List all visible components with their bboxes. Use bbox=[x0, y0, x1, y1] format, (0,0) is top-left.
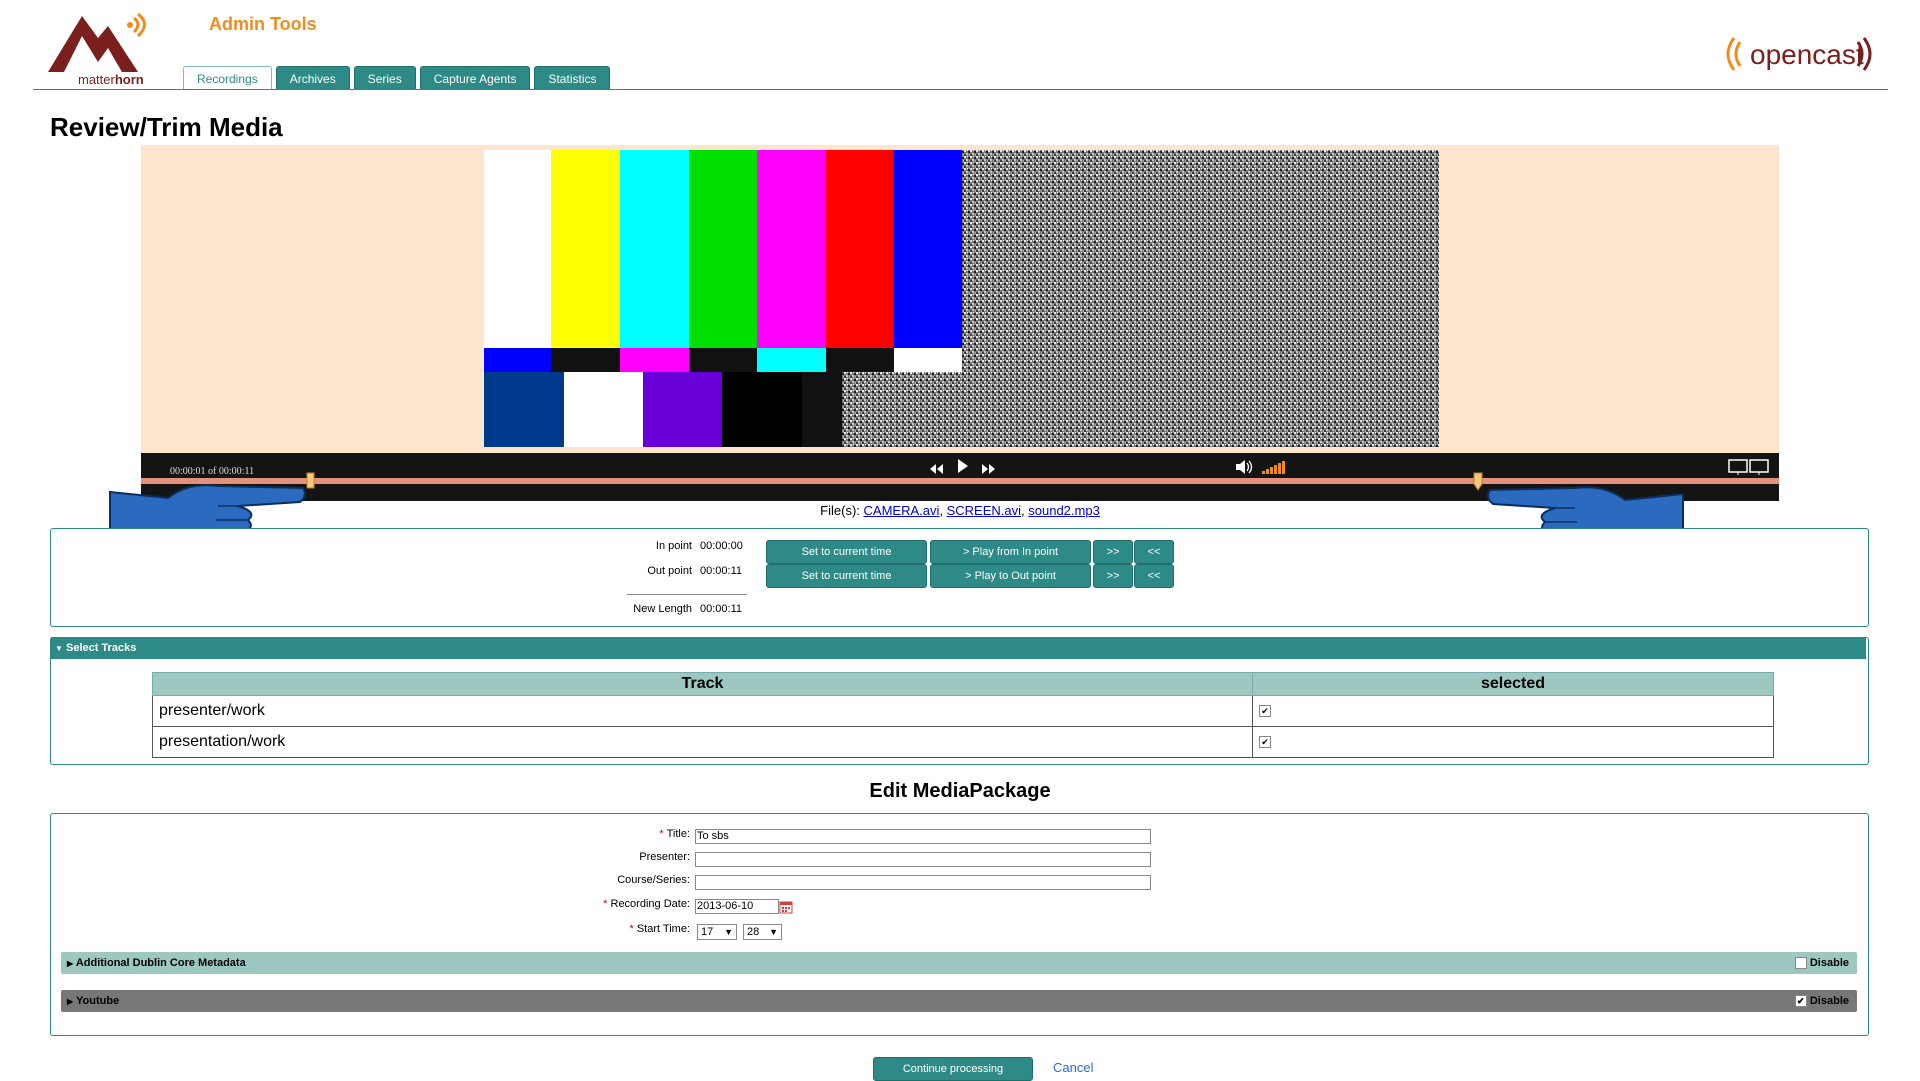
play-icon[interactable] bbox=[958, 459, 968, 473]
main-nav: Recordings Archives Series Capture Agent… bbox=[183, 66, 611, 89]
fast-forward-icon[interactable] bbox=[982, 464, 995, 474]
track-name: presentation/work bbox=[152, 726, 1253, 758]
page-title: Review/Trim Media bbox=[50, 112, 283, 142]
tab-series[interactable]: Series bbox=[353, 66, 416, 89]
start-hour-select[interactable]: 17 ▼ bbox=[697, 924, 737, 940]
youtube-title: Youtube bbox=[76, 995, 120, 1007]
expand-arrow-icon: ▶ bbox=[67, 959, 74, 968]
rewind-icon[interactable] bbox=[930, 464, 943, 474]
file-link-sound[interactable]: sound2.mp3 bbox=[1028, 503, 1100, 518]
track-name: presenter/work bbox=[152, 695, 1253, 727]
track-selected-checkbox[interactable]: ✔ bbox=[1259, 735, 1271, 748]
play-to-out-button[interactable]: > Play to Out point bbox=[930, 564, 1091, 588]
start-minute-select[interactable]: 28 ▼ bbox=[743, 924, 782, 940]
youtube-disable-checkbox[interactable]: ✔ bbox=[1794, 995, 1807, 1008]
transport-controls bbox=[930, 459, 995, 474]
out-forward-button[interactable]: >> bbox=[1093, 564, 1133, 588]
in-forward-button[interactable]: >> bbox=[1093, 540, 1133, 564]
out-point-marker[interactable] bbox=[1472, 472, 1484, 492]
recording-date-label: * Recording Date: bbox=[603, 898, 690, 910]
out-point-value: 00:00:11 bbox=[700, 565, 743, 577]
collapse-arrow-icon: ▼ bbox=[55, 644, 63, 653]
length-divider bbox=[627, 594, 747, 595]
recording-date-input[interactable]: 2013-06-10 bbox=[695, 899, 779, 914]
edit-mediapackage-title: Edit MediaPackage bbox=[869, 780, 1051, 802]
course-series-label: Course/Series: bbox=[617, 874, 690, 886]
new-length-value: 00:00:11 bbox=[700, 603, 743, 615]
speaker-icon bbox=[1236, 460, 1253, 474]
fullscreen-icon[interactable] bbox=[1728, 458, 1774, 478]
header-divider bbox=[33, 89, 1888, 90]
set-in-current-button[interactable]: Set to current time bbox=[766, 540, 927, 564]
out-point-label: Out point bbox=[647, 565, 692, 577]
youtube-section[interactable]: ▶ Youtube ✔ Disable bbox=[61, 990, 1857, 1012]
tab-capture-agents[interactable]: Capture Agents bbox=[419, 66, 531, 89]
dublin-core-title: Additional Dublin Core Metadata bbox=[75, 957, 246, 969]
file-list: File(s): CAMERA.avi, SCREEN.avi, sound2.… bbox=[820, 503, 1100, 518]
dublin-core-section[interactable]: ▶ Additional Dublin Core Metadata Disabl… bbox=[61, 952, 1857, 974]
file-link-camera[interactable]: CAMERA.avi bbox=[864, 503, 940, 518]
in-point-label: In point bbox=[655, 540, 692, 552]
course-series-input[interactable] bbox=[695, 875, 1151, 890]
opencast-logo: opencast bbox=[1726, 37, 1872, 71]
app-title: Admin Tools bbox=[209, 14, 317, 34]
title-input[interactable]: To sbs bbox=[695, 829, 1151, 844]
expand-arrow-icon: ▶ bbox=[67, 997, 74, 1006]
tab-archives[interactable]: Archives bbox=[275, 66, 350, 89]
title-label: * Title: bbox=[659, 828, 690, 840]
svg-text:opencast: opencast bbox=[1750, 39, 1864, 70]
presenter-label: Presenter: bbox=[639, 851, 690, 863]
table-row: presenter/work ✔ bbox=[152, 695, 1774, 727]
svg-text:matterhorn: matterhorn bbox=[78, 72, 144, 87]
file-link-screen[interactable]: SCREEN.avi bbox=[947, 503, 1021, 518]
start-time-label: * Start Time: bbox=[629, 923, 690, 935]
new-length-label: New Length bbox=[633, 603, 692, 615]
cancel-link[interactable]: Cancel bbox=[1053, 1060, 1093, 1075]
continue-processing-button[interactable]: Continue processing bbox=[873, 1057, 1033, 1081]
set-out-current-button[interactable]: Set to current time bbox=[766, 564, 927, 588]
in-back-button[interactable]: << bbox=[1134, 540, 1174, 564]
play-from-in-button[interactable]: > Play from In point bbox=[930, 540, 1091, 564]
tracks-table: Track selected presenter/work ✔ presenta… bbox=[152, 672, 1774, 758]
dublin-disable-label: Disable bbox=[1809, 957, 1849, 969]
track-selected-checkbox[interactable]: ✔ bbox=[1259, 704, 1271, 717]
col-track: Track bbox=[152, 672, 1253, 696]
matterhorn-logo: matterhorn bbox=[48, 12, 146, 87]
files-label: File(s): bbox=[820, 503, 860, 518]
tab-statistics[interactable]: Statistics bbox=[534, 66, 611, 89]
youtube-disable-label: Disable bbox=[1809, 995, 1849, 1007]
calendar-icon[interactable] bbox=[779, 900, 793, 914]
table-row: presentation/work ✔ bbox=[152, 726, 1774, 758]
col-selected: selected bbox=[1252, 672, 1774, 696]
select-tracks-header[interactable]: ▼ Select Tracks bbox=[51, 637, 1866, 659]
tab-recordings[interactable]: Recordings bbox=[183, 66, 272, 89]
presenter-input[interactable] bbox=[695, 852, 1151, 867]
in-point-value: 00:00:00 bbox=[700, 540, 743, 552]
dropdown-arrow-icon: ▼ bbox=[724, 927, 733, 937]
video-frame bbox=[484, 150, 1439, 447]
dublin-disable-checkbox[interactable] bbox=[1794, 957, 1807, 970]
dropdown-arrow-icon: ▼ bbox=[769, 927, 778, 937]
out-back-button[interactable]: << bbox=[1134, 564, 1174, 588]
volume-level-icon bbox=[1262, 461, 1285, 474]
select-tracks-title: Select Tracks bbox=[65, 642, 137, 654]
volume-control[interactable] bbox=[1236, 459, 1292, 477]
